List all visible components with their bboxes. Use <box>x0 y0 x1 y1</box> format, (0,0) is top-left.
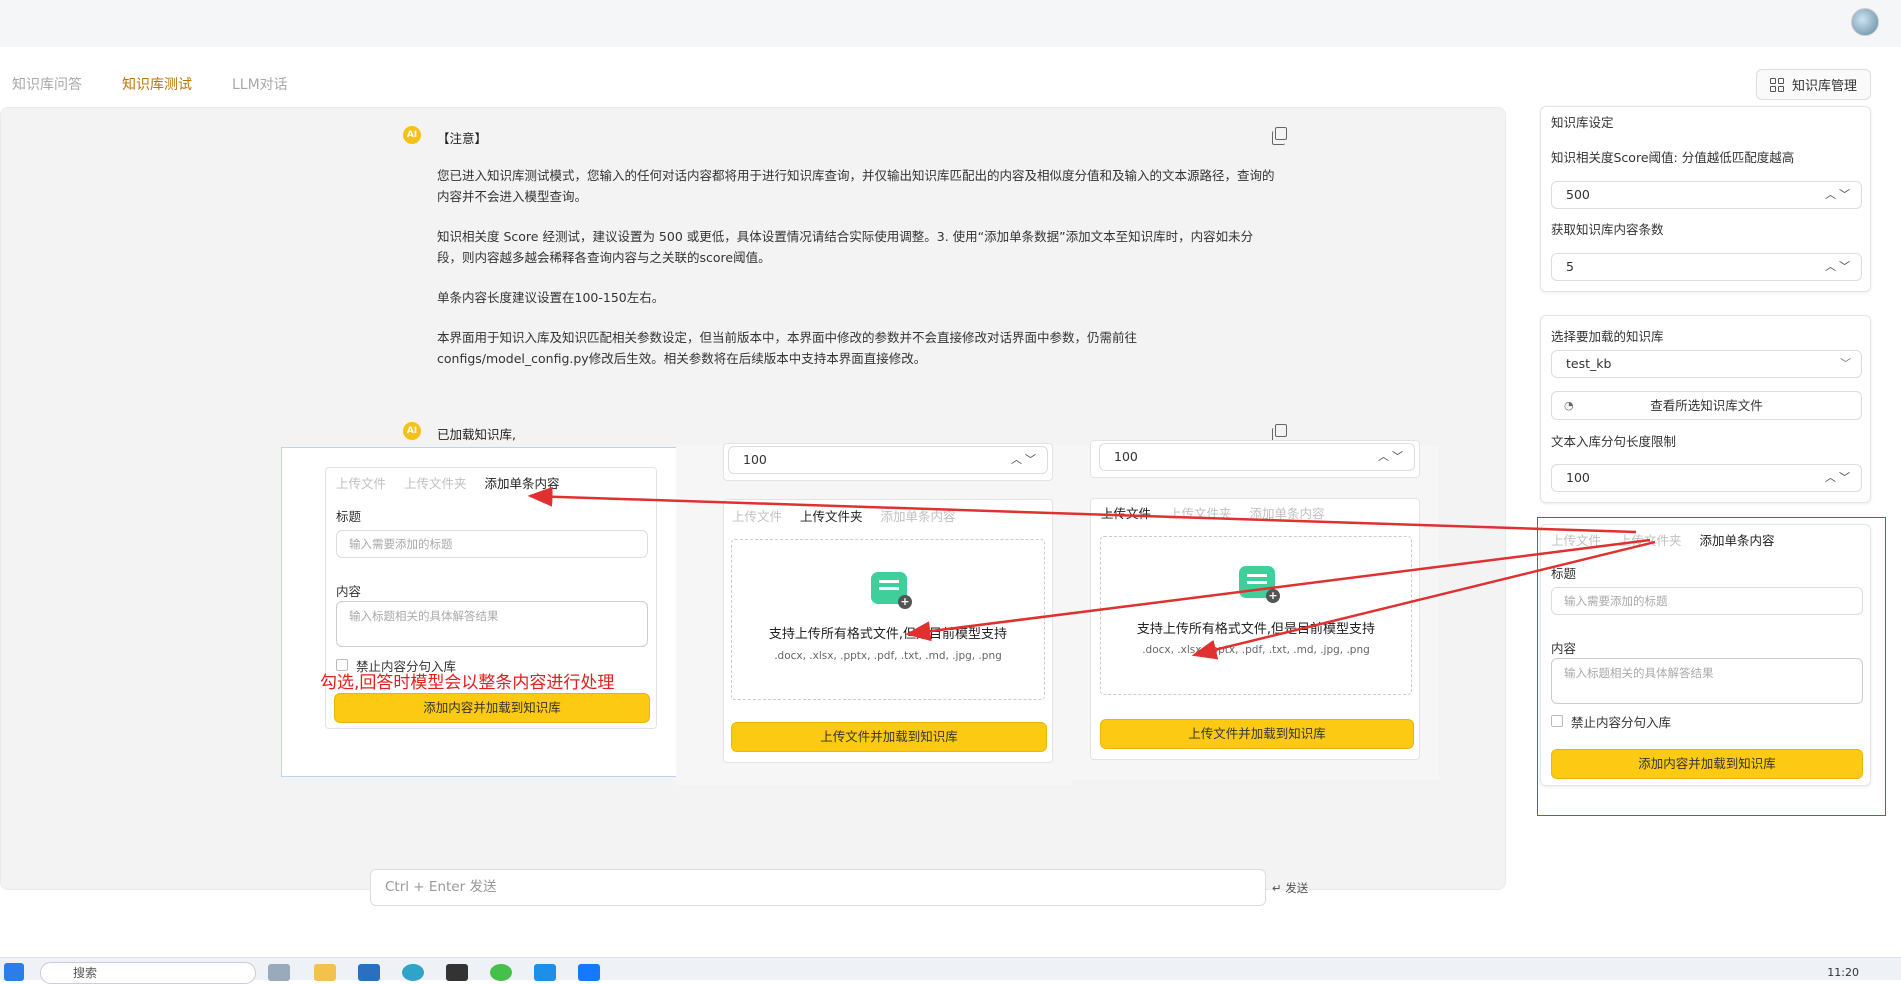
score-input[interactable]: 500 ︿﹀ <box>1551 181 1862 209</box>
terminal-icon[interactable] <box>446 964 468 981</box>
dingtalk-icon[interactable] <box>578 964 600 981</box>
kb-select-panel: 选择要加载的知识库 test_kb ﹀ ◔ 查看所选知识库文件 文本入库分句长度… <box>1540 315 1871 503</box>
kb-settings-title: 知识库设定 <box>1551 115 1614 130</box>
grid-icon <box>1769 77 1784 92</box>
chunk-length-value: 100 <box>1114 449 1138 464</box>
folder-value-card: 100 ︿﹀ <box>723 443 1053 481</box>
upload-dropzone[interactable]: 支持上传所有格式文件,但是目前模型支持 .docx, .xlsx, .pptx,… <box>1100 536 1412 695</box>
upload-formats: .docx, .xlsx, .pptx, .pdf, .txt, .md, .j… <box>774 650 1002 662</box>
title-label: 标题 <box>336 509 362 524</box>
upload-icon <box>871 572 912 609</box>
tab-kb-qa[interactable]: 知识库问答 <box>12 74 82 94</box>
file-upload-card: 上传文件 上传文件夹 添加单条内容 支持上传所有格式文件,但是目前模型支持 .d… <box>1090 498 1420 760</box>
chunk-length-value: 100 <box>1566 470 1590 485</box>
title-input[interactable]: 输入需要添加的标题 <box>336 530 648 558</box>
top-bar <box>0 0 1901 47</box>
edge-icon[interactable] <box>402 964 424 981</box>
chat-input[interactable]: Ctrl + Enter 发送 <box>370 869 1266 906</box>
upload-folder-button[interactable]: 上传文件并加载到知识库 <box>731 722 1047 752</box>
single-add-tabs: 上传文件 上传文件夹 添加单条内容 <box>336 473 560 492</box>
stepper-icon[interactable]: ︿﹀ <box>1011 447 1039 473</box>
refresh-icon: ◔ <box>1564 399 1574 412</box>
tab-upload-folder[interactable]: 上传文件夹 <box>800 506 863 525</box>
message-body: 您已进入知识库测试模式，您输入的任何对话内容都将用于进行知识库查询，并仅输出知识… <box>437 165 1277 388</box>
wechat-icon[interactable] <box>490 964 512 981</box>
kb-select-value: test_kb <box>1566 356 1612 371</box>
content-label: 内容 <box>336 584 362 599</box>
tab-upload-file[interactable]: 上传文件 <box>732 506 782 525</box>
stepper-icon[interactable]: ︿﹀ <box>1378 444 1406 470</box>
file-upload-tabs: 上传文件 上传文件夹 添加单条内容 <box>1101 503 1325 522</box>
tab-upload-file[interactable]: 上传文件 <box>336 473 386 492</box>
tab-add-single[interactable]: 添加单条内容 <box>1250 503 1325 522</box>
store-icon[interactable] <box>358 964 380 981</box>
upload-formats: .docx, .xlsx, .pptx, .pdf, .txt, .md, .j… <box>1142 644 1370 656</box>
add-content-button[interactable]: 添加内容并加载到知识库 <box>334 693 650 723</box>
chunk-length-input[interactable]: 100 ︿﹀ <box>728 446 1048 474</box>
score-label: 知识相关度Score阈值: 分值越低匹配度越高 <box>1551 150 1795 165</box>
chevron-down-icon: ﹀ <box>1840 357 1851 370</box>
tab-kb-test[interactable]: 知识库测试 <box>122 74 192 94</box>
view-kb-files-button[interactable]: ◔ 查看所选知识库文件 <box>1551 391 1862 420</box>
tab-upload-file[interactable]: 上传文件 <box>1101 503 1151 522</box>
message-title: 已加载知识库, <box>437 427 516 442</box>
upload-icon <box>1239 566 1280 603</box>
tab-add-single[interactable]: 添加单条内容 <box>881 506 956 525</box>
folder-upload-card: 上传文件 上传文件夹 添加单条内容 支持上传所有格式文件,但是目前模型支持 .d… <box>723 499 1053 763</box>
topk-label: 获取知识库内容条数 <box>1551 222 1664 237</box>
tab-llm-chat[interactable]: LLM对话 <box>232 74 288 94</box>
message-paragraph: 您已进入知识库测试模式，您输入的任何对话内容都将用于进行知识库查询，并仅输出知识… <box>437 168 1275 204</box>
message-paragraph: 本界面用于知识入库及知识匹配相关参数设定，但当前版本中，本界面中修改的参数并不会… <box>437 330 1138 366</box>
topk-input[interactable]: 5 ︿﹀ <box>1551 253 1862 281</box>
chunk-length-input[interactable]: 100 ︿﹀ <box>1099 443 1415 471</box>
task-view-icon[interactable] <box>268 964 290 981</box>
tab-add-single[interactable]: 添加单条内容 <box>485 473 560 492</box>
upload-title: 支持上传所有格式文件,但是目前模型支持 <box>1136 622 1376 637</box>
upload-file-button[interactable]: 上传文件并加载到知识库 <box>1100 719 1414 749</box>
highlight-box <box>1537 517 1886 816</box>
annotation-text: 勾选,回答时模型会以整条内容进行处理 <box>320 673 615 693</box>
user-avatar[interactable] <box>1851 8 1879 36</box>
taskbar-search[interactable]: 搜索 <box>40 962 256 984</box>
vscode-icon[interactable] <box>534 964 556 981</box>
ai-avatar: AI <box>403 126 421 144</box>
content-textarea[interactable]: 输入标题相关的具体解答结果 <box>336 601 648 647</box>
send-button[interactable]: ↵ 发送 <box>1272 880 1308 896</box>
stepper-icon[interactable]: ︿﹀ <box>1825 254 1853 280</box>
upload-title: 支持上传所有格式文件,但是目前模型支持 <box>768 627 1008 642</box>
clock: 11:20 <box>1827 966 1859 979</box>
copy-icon[interactable] <box>1272 424 1287 442</box>
file-value-card: 100 ︿﹀ <box>1090 440 1420 478</box>
chunk-length-input[interactable]: 100 ︿﹀ <box>1551 464 1862 492</box>
view-kb-files-label: 查看所选知识库文件 <box>1650 398 1763 413</box>
stepper-icon[interactable]: ︿﹀ <box>1825 465 1853 491</box>
chunk-label: 文本入库分句长度限制 <box>1551 434 1677 449</box>
message-paragraph: 单条内容长度建议设置在100-150左右。 <box>437 290 665 305</box>
taskbar: 搜索 11:20 <box>0 957 1901 984</box>
upload-dropzone[interactable]: 支持上传所有格式文件,但是目前模型支持 .docx, .xlsx, .pptx,… <box>731 539 1045 700</box>
message-title: 【注意】 <box>437 131 488 146</box>
copy-icon[interactable] <box>1272 127 1287 145</box>
kb-manage-label: 知识库管理 <box>1791 79 1857 94</box>
kb-manage-button[interactable]: 知识库管理 <box>1756 69 1871 100</box>
kb-settings-panel: 知识库设定 知识相关度Score阈值: 分值越低匹配度越高 500 ︿﹀ 获取知… <box>1540 106 1871 292</box>
start-icon[interactable] <box>4 963 24 981</box>
tab-upload-folder[interactable]: 上传文件夹 <box>404 473 467 492</box>
ai-avatar: AI <box>403 422 421 440</box>
kb-select-dropdown[interactable]: test_kb ﹀ <box>1551 350 1862 378</box>
topk-value: 5 <box>1566 259 1574 274</box>
chunk-length-value: 100 <box>743 452 767 467</box>
message-paragraph: 知识相关度 Score 经测试，建议设置为 500 或更低，具体设置情况请结合实… <box>437 229 1254 265</box>
score-value: 500 <box>1566 187 1590 202</box>
main-tabs: 知识库问答 知识库测试 LLM对话 <box>12 74 288 94</box>
folder-upload-tabs: 上传文件 上传文件夹 添加单条内容 <box>732 506 956 525</box>
stepper-icon[interactable]: ︿﹀ <box>1825 182 1853 208</box>
folder-icon[interactable] <box>314 964 336 981</box>
tab-upload-folder[interactable]: 上传文件夹 <box>1169 503 1232 522</box>
kb-select-label: 选择要加载的知识库 <box>1551 329 1664 344</box>
